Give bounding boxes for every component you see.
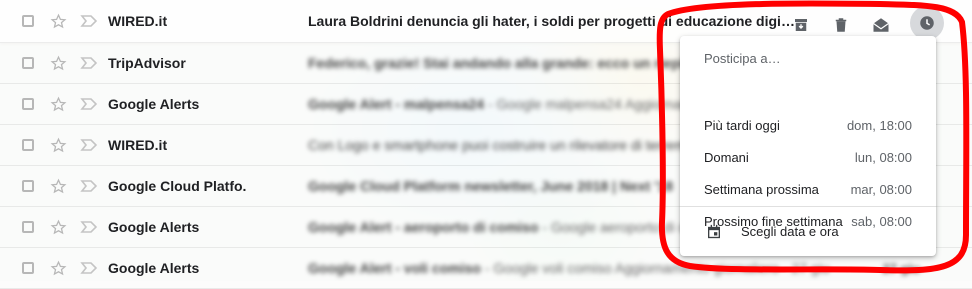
snooze-menu: Posticipa a… Più tardi oggi dom, 18:00 D… [680,36,936,256]
snooze-option-time: dom, 18:00 [846,117,912,133]
sender-name: WIRED.it [108,13,168,29]
star-icon[interactable] [50,178,67,195]
snooze-option-label: Domani [704,149,749,165]
email-date: 27 giu [882,260,920,276]
importance-marker-icon[interactable] [80,261,98,275]
importance-marker-icon[interactable] [80,179,98,193]
menu-divider [680,206,936,207]
archive-icon [795,19,807,31]
email-subject: Google Alert - voli comiso - Google voli… [308,260,830,276]
select-checkbox[interactable] [22,262,34,274]
snooze-option-time: mar, 08:00 [850,181,912,197]
select-checkbox[interactable] [22,180,34,192]
importance-marker-icon[interactable] [80,56,98,70]
sender-name: Google Alerts [108,260,200,276]
archive-button[interactable] [790,14,812,36]
star-icon[interactable] [50,137,67,154]
importance-marker-icon[interactable] [80,14,98,28]
snooze-option-next-week[interactable]: Settimana prossima mar, 08:00 [680,173,936,205]
star-icon[interactable] [50,219,67,236]
sender-name: Google Cloud Platfo. [108,178,247,194]
sender-name: TripAdvisor [108,55,186,71]
snooze-option-time: lun, 08:00 [854,149,912,165]
snooze-option-later-today[interactable]: Più tardi oggi dom, 18:00 [680,109,936,141]
select-checkbox[interactable] [22,57,34,69]
sender-name: Google Alerts [108,96,200,112]
pick-date-label: Scegli data e ora [741,223,839,239]
sender-name: WIRED.it [108,137,168,153]
star-icon[interactable] [50,260,67,277]
snooze-button[interactable] [910,6,944,40]
importance-marker-icon[interactable] [80,97,98,111]
star-icon[interactable] [50,55,67,72]
email-subject: Google Cloud Platform newsletter, June 2… [308,178,674,194]
star-icon[interactable] [50,13,67,30]
snooze-option-pick-date[interactable]: Scegli data e ora [680,214,936,248]
sender-name: Google Alerts [108,219,200,235]
mark-as-read-button[interactable] [870,14,892,36]
email-subject: Federico, grazie! Stai andando alla gran… [308,55,714,71]
snooze-menu-title: Posticipa a… [704,51,781,66]
mark-read-icon [873,18,889,32]
select-checkbox[interactable] [22,98,34,110]
calendar-icon [708,224,720,239]
select-checkbox[interactable] [22,221,34,233]
email-snippet: - Google voli comiso Aggiornamento giorn… [480,260,830,276]
snooze-option-label: Settimana prossima [704,181,819,197]
snooze-option-label: Più tardi oggi [704,117,780,133]
importance-marker-icon[interactable] [80,220,98,234]
select-checkbox[interactable] [22,139,34,151]
importance-marker-icon[interactable] [80,138,98,152]
snooze-clock-icon [920,16,934,30]
star-icon[interactable] [50,96,67,113]
select-checkbox[interactable] [22,15,34,27]
email-subject: Con Logo e smartphone puoi costruire un … [308,137,701,153]
snooze-option-tomorrow[interactable]: Domani lun, 08:00 [680,141,936,173]
delete-button[interactable] [830,14,852,36]
delete-icon [835,18,847,32]
email-subject: Laura Boldrini denuncia gli hater, i sol… [308,13,795,29]
